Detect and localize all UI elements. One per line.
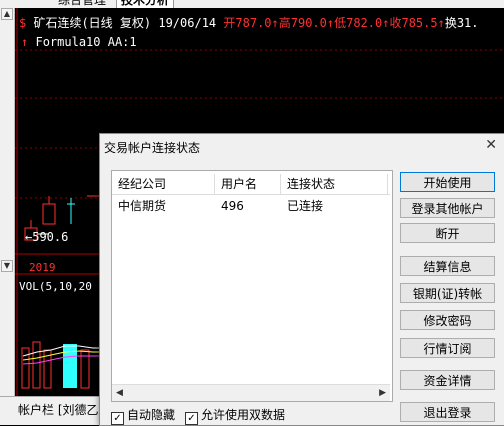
dialog-title: 交易帐户连接状态: [104, 141, 201, 155]
close-price: 收785.5↑: [389, 16, 445, 30]
username-cell: 496: [221, 199, 244, 213]
tab-technical-analysis[interactable]: 技术分析: [116, 0, 175, 8]
volume-bar: [32, 341, 41, 389]
bank-transfer-button[interactable]: 银期(证)转帐: [400, 283, 495, 303]
auto-hide-label: 自动隐藏: [127, 408, 176, 422]
logout-button[interactable]: 退出登录: [400, 402, 495, 422]
status-cell: 已连接: [287, 199, 324, 213]
dual-data-label: 允许使用双数据: [201, 408, 286, 422]
candle: [42, 203, 56, 225]
list-header: 经纪公司 用户名 连接状态: [112, 174, 390, 195]
scroll-up-icon[interactable]: ▲: [1, 8, 13, 20]
broker-cell: 中信期货: [118, 199, 167, 213]
column-broker[interactable]: 经纪公司: [112, 174, 215, 194]
account-list[interactable]: 经纪公司 用户名 连接状态 中信期货 496 已连接 ◀ ▶: [111, 170, 393, 402]
instrument-title: 矿石连续(日线 复权) 19/06/14: [33, 16, 217, 30]
up-arrow-icon: ↑: [21, 35, 29, 49]
turnover: 换31.: [444, 16, 479, 30]
low-price: 低782.0↑: [334, 16, 390, 30]
left-scroll-bar[interactable]: ▲ ▼: [0, 8, 15, 396]
fund-details-button[interactable]: 资金详情: [400, 370, 495, 390]
scroll-down-icon[interactable]: ▼: [1, 260, 13, 272]
top-tab-strip: 综合管理 技术分析: [0, 0, 504, 8]
quote-subscription-button[interactable]: 行情订阅: [400, 338, 495, 358]
auto-hide-checkbox[interactable]: ✓ 自动隐藏: [111, 406, 175, 425]
list-item[interactable]: 中信期货 496 已连接: [112, 197, 390, 215]
dual-data-checkbox[interactable]: ✓ 允许使用双数据: [185, 406, 285, 425]
year-label: 2019: [29, 261, 56, 274]
volume-bar: [21, 347, 30, 389]
disconnect-button[interactable]: 断开: [400, 223, 495, 243]
login-other-account-button[interactable]: 登录其他帐户: [400, 198, 495, 218]
tab-general-management[interactable]: 综合管理: [54, 0, 110, 8]
account-bar-label[interactable]: 帐户栏 [刘德乙: [18, 401, 99, 418]
checkmark-icon[interactable]: ✓: [111, 412, 124, 425]
column-status[interactable]: 连接状态: [281, 174, 388, 194]
volume-indicator-label: VOL(5,10,20: [19, 280, 92, 293]
column-username[interactable]: 用户名: [215, 174, 281, 194]
horizontal-scrollbar[interactable]: ◀ ▶: [112, 384, 390, 401]
close-icon[interactable]: ✕: [485, 137, 497, 153]
change-password-button[interactable]: 修改密码: [400, 310, 495, 330]
chart-header: $ 矿石连续(日线 复权) 19/06/14 开787.0↑高790.0↑低78…: [19, 14, 479, 31]
formula-label: ↑ Formula10 AA:1: [21, 35, 137, 49]
high-price: 高790.0↑: [278, 16, 335, 30]
checkmark-icon[interactable]: ✓: [185, 412, 198, 425]
trading-account-dialog: 交易帐户连接状态 ✕ 经纪公司 用户名 连接状态 中信期货 496 已连接 ◀ …: [99, 133, 504, 426]
formula-text: Formula10 AA:1: [35, 35, 137, 49]
volume-bar: [63, 344, 77, 388]
scroll-left-icon[interactable]: ◀: [116, 388, 123, 398]
price-marker-value: 590.6: [32, 230, 69, 244]
start-button[interactable]: 开始使用: [400, 172, 495, 192]
settlement-info-button[interactable]: 结算信息: [400, 256, 495, 276]
price-marker: ←590.6: [25, 230, 69, 244]
open-price: 开787.0↑: [223, 16, 279, 30]
scroll-right-icon[interactable]: ▶: [379, 388, 386, 398]
dollar-icon: $: [19, 16, 34, 30]
